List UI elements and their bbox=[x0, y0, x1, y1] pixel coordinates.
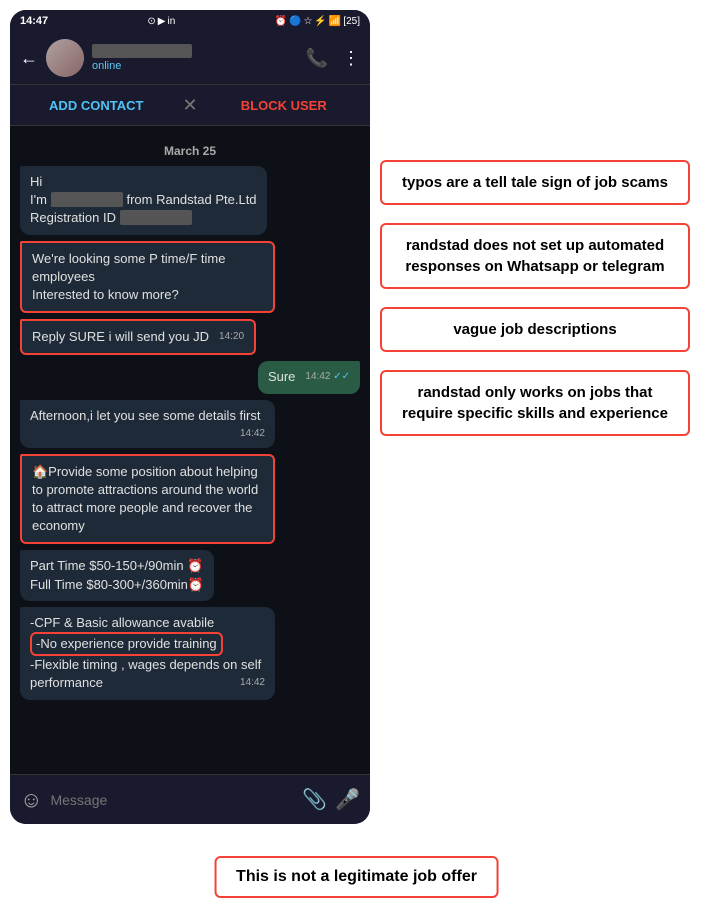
message-row: HiI'm __________ from Randstad Pte.LtdRe… bbox=[20, 166, 360, 235]
message-text: We're looking some P time/F time employe… bbox=[32, 251, 225, 302]
more-menu-icon[interactable]: ⋮ bbox=[342, 48, 360, 69]
annotation-vague: vague job descriptions bbox=[380, 307, 690, 352]
avatar bbox=[46, 39, 84, 77]
status-icons: ⊙ ▶ in bbox=[147, 16, 175, 27]
annotation-typos: typos are a tell tale sign of job scams bbox=[380, 160, 690, 205]
message-text: -CPF & Basic allowance avabile-No experi… bbox=[30, 615, 261, 691]
phone-mockup: 14:47 ⊙ ▶ in ⏰ 🔵 ☆ ⚡ 📶 [25] ← bbox=[10, 10, 370, 824]
message-text: Sure bbox=[268, 369, 295, 384]
page-container: 14:47 ⊙ ▶ in ⏰ 🔵 ☆ ⚡ 📶 [25] ← bbox=[0, 0, 713, 914]
bluetooth-icon: ⚡ bbox=[314, 16, 326, 27]
emoji-icon[interactable]: ☺ bbox=[20, 787, 42, 813]
date-label: March 25 bbox=[20, 144, 360, 158]
phone-icon[interactable]: 📞 bbox=[306, 48, 328, 69]
nav-bar: ← online 📞 ⋮ bbox=[10, 32, 370, 84]
message-time: 14:20 bbox=[219, 330, 244, 344]
back-button[interactable]: ← bbox=[20, 48, 38, 69]
message-time: 14:42 bbox=[240, 676, 265, 690]
message-bubble-highlighted: Reply SURE i will send you JD 14:20 bbox=[20, 319, 256, 355]
message-row: Reply SURE i will send you JD 14:20 bbox=[20, 319, 360, 355]
message-bubble: -CPF & Basic allowance avabile-No experi… bbox=[20, 607, 275, 700]
contact-name bbox=[92, 44, 192, 58]
alarm-icon: ⏰ bbox=[275, 16, 287, 27]
message-bubble-highlighted: We're looking some P time/F time employe… bbox=[20, 241, 275, 314]
message-bubble: HiI'm __________ from Randstad Pte.LtdRe… bbox=[20, 166, 267, 235]
status-right: ⏰ 🔵 ☆ ⚡ 📶 [25] bbox=[275, 16, 360, 27]
action-bar: ADD CONTACT ✕ BLOCK USER bbox=[10, 84, 370, 126]
forward-icon: ▶ bbox=[158, 16, 166, 27]
message-bubble-highlighted: 🏠Provide some position about helping to … bbox=[20, 454, 275, 545]
message-row: Sure 14:42 ✓✓ bbox=[20, 361, 360, 393]
message-row: 🏠Provide some position about helping to … bbox=[20, 454, 360, 545]
status-bar: 14:47 ⊙ ▶ in ⏰ 🔵 ☆ ⚡ 📶 [25] bbox=[10, 10, 370, 32]
message-row: -CPF & Basic allowance avabile-No experi… bbox=[20, 607, 360, 700]
message-text: HiI'm __________ from Randstad Pte.LtdRe… bbox=[30, 174, 257, 225]
annotation-skills: randstad only works on jobs that require… bbox=[380, 370, 690, 436]
avatar-image bbox=[46, 39, 84, 77]
whatsapp-icon: ⊙ bbox=[147, 16, 155, 27]
contact-info: online bbox=[92, 44, 298, 72]
message-row: We're looking some P time/F time employe… bbox=[20, 241, 360, 314]
wifi-icon: ☆ bbox=[303, 16, 312, 27]
battery-icon: [25] bbox=[343, 16, 360, 27]
input-bar: ☺ 📎 🎤 bbox=[10, 774, 370, 824]
status-time: 14:47 bbox=[20, 15, 48, 27]
block-user-button[interactable]: BLOCK USER bbox=[198, 88, 370, 123]
message-text: Afternoon,i let you see some details fir… bbox=[30, 408, 261, 423]
add-contact-button[interactable]: ADD CONTACT bbox=[10, 88, 182, 123]
linkedin-icon: in bbox=[167, 16, 175, 27]
network-icon: 📶 bbox=[329, 16, 341, 27]
annotations-panel: typos are a tell tale sign of job scams … bbox=[380, 160, 690, 454]
read-ticks: ✓✓ bbox=[333, 371, 350, 382]
message-input[interactable] bbox=[50, 792, 294, 808]
signal-icon: 🔵 bbox=[289, 16, 301, 27]
attach-icon[interactable]: 📎 bbox=[302, 787, 327, 812]
message-row: Afternoon,i let you see some details fir… bbox=[20, 400, 360, 448]
bottom-notice: This is not a legitimate job offer bbox=[214, 856, 499, 898]
contact-status: online bbox=[92, 60, 298, 72]
message-time: 14:42 ✓✓ bbox=[305, 370, 350, 384]
message-bubble: Part Time $50-150+/90min ⏰Full Time $80-… bbox=[20, 550, 214, 600]
message-bubble-outgoing: Sure 14:42 ✓✓ bbox=[258, 361, 360, 393]
message-row: Part Time $50-150+/90min ⏰Full Time $80-… bbox=[20, 550, 360, 600]
mic-icon[interactable]: 🎤 bbox=[335, 787, 360, 812]
nav-icons: 📞 ⋮ bbox=[306, 48, 360, 69]
message-bubble: Afternoon,i let you see some details fir… bbox=[20, 400, 275, 448]
annotation-automated: randstad does not set up automated respo… bbox=[380, 223, 690, 289]
message-time: 14:42 bbox=[240, 427, 265, 441]
action-divider: ✕ bbox=[182, 95, 197, 116]
message-text: 🏠Provide some position about helping to … bbox=[32, 464, 258, 534]
message-text: Part Time $50-150+/90min ⏰Full Time $80-… bbox=[30, 558, 204, 591]
chat-area[interactable]: March 25 HiI'm __________ from Randstad … bbox=[10, 126, 370, 774]
message-text: Reply SURE i will send you JD bbox=[32, 329, 209, 344]
